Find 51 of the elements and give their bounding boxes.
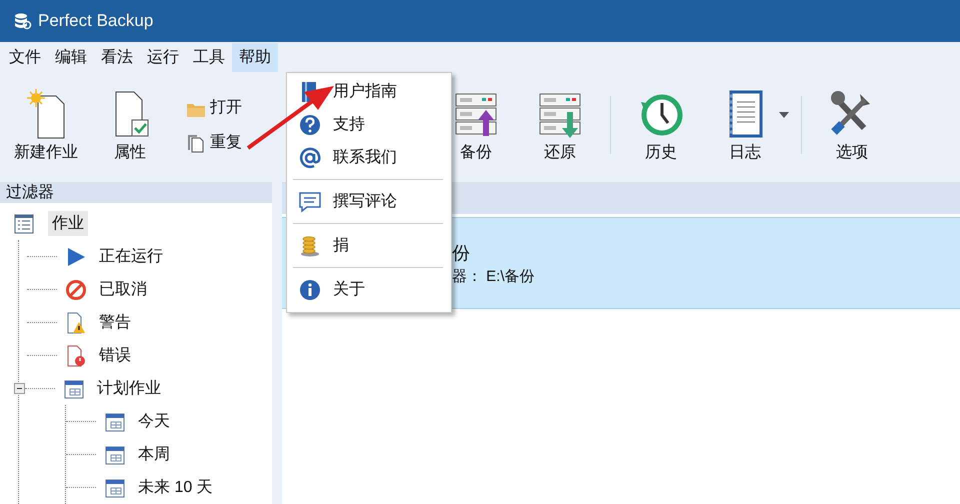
dropdown-caret-icon[interactable] <box>779 112 789 118</box>
menu-item[interactable]: 支持 <box>287 108 451 141</box>
help-icon <box>299 114 321 136</box>
menu-item[interactable]: 文件 <box>2 42 48 72</box>
error-document-icon <box>65 344 87 366</box>
menu-item[interactable]: 联系我们 <box>287 141 451 174</box>
coins-icon <box>299 234 321 256</box>
menu-item[interactable]: 捐 <box>287 229 451 262</box>
menu-item[interactable]: 编辑 <box>48 42 94 72</box>
database-icon <box>14 12 32 30</box>
toolbar-button[interactable]: 属性 <box>88 84 172 166</box>
warning-document-icon <box>65 312 87 334</box>
toolbar-button[interactable]: 新建作业 <box>4 84 88 166</box>
tree-item[interactable]: 警告 <box>95 310 135 335</box>
panel-header: 过滤器 <box>0 182 272 203</box>
tree-item[interactable]: 正在运行 <box>95 244 167 269</box>
job-title: 份 <box>452 242 470 264</box>
comment-icon <box>298 190 322 212</box>
tree-item[interactable]: 计划作业 <box>93 376 165 401</box>
tree-item[interactable]: 本周 <box>134 442 174 467</box>
calendar-icon <box>63 378 85 400</box>
copy-icon <box>186 133 206 153</box>
calendar-icon <box>104 476 126 498</box>
job-destination: 器： E:\备份 <box>452 266 535 286</box>
tree-item[interactable]: 已取消 <box>95 277 151 302</box>
play-icon <box>65 246 87 268</box>
tree-item[interactable]: 今天 <box>134 409 174 434</box>
list-icon <box>14 214 34 234</box>
folder-icon <box>186 102 206 118</box>
toolbar-button[interactable]: 还原 <box>518 84 602 166</box>
toolbar-button[interactable]: 选项 <box>810 84 894 166</box>
cancel-icon <box>65 278 87 300</box>
menu-item[interactable]: 帮助 <box>232 42 278 72</box>
menu-item[interactable]: 运行 <box>140 42 186 72</box>
calendar-icon <box>104 444 126 466</box>
toolbar-button[interactable]: 日志 <box>703 84 787 166</box>
info-icon <box>299 278 321 300</box>
collapse-icon[interactable] <box>14 383 25 394</box>
toolbar-button[interactable]: 打开 <box>186 97 242 118</box>
calendar-icon <box>104 410 126 432</box>
toolbar-button[interactable]: 重复 <box>186 132 242 153</box>
menu-item[interactable]: 关于 <box>287 273 451 306</box>
menu-item[interactable]: 工具 <box>186 42 232 72</box>
at-sign-icon <box>299 146 321 168</box>
menu-item[interactable]: 撰写评论 <box>287 185 451 218</box>
window-title: Perfect Backup <box>38 11 154 31</box>
tree-item[interactable]: 作业 <box>48 211 88 236</box>
tree-item[interactable]: 错误 <box>95 343 135 368</box>
toolbar-button[interactable]: 历史 <box>619 84 703 166</box>
menu-item[interactable]: 看法 <box>94 42 140 72</box>
tree-item[interactable]: 未来 10 天 <box>134 475 217 500</box>
